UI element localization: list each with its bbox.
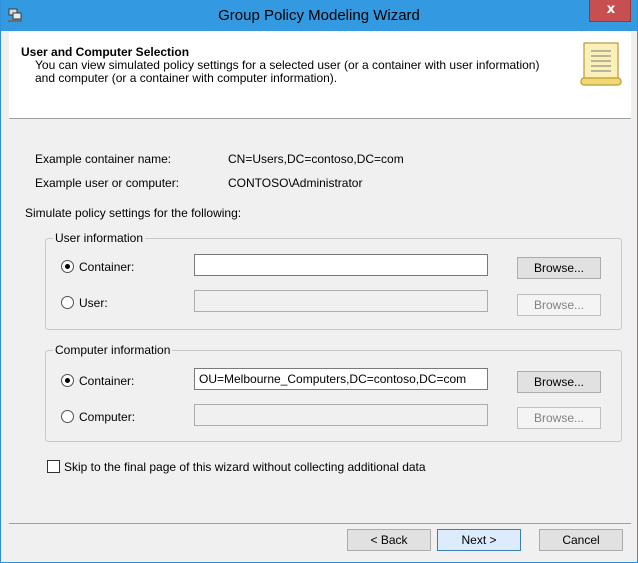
- simulate-label: Simulate policy settings for the followi…: [25, 206, 242, 220]
- cancel-button[interactable]: Cancel: [539, 529, 623, 551]
- example-user-value: CONTOSO\Administrator: [228, 176, 363, 190]
- close-icon: x: [606, 2, 616, 17]
- example-user-label: Example user or computer:: [35, 176, 180, 190]
- computer-radio[interactable]: [61, 410, 74, 423]
- window-title: Group Policy Modeling Wizard: [218, 7, 420, 24]
- user-information-label: User information: [53, 231, 146, 245]
- computer-label[interactable]: Computer:: [79, 410, 135, 424]
- user-container-label[interactable]: Container:: [79, 260, 134, 274]
- computer-container-label[interactable]: Container:: [79, 374, 134, 388]
- wizard-header: User and Computer Selection You can view…: [9, 31, 631, 119]
- close-button[interactable]: x: [589, 0, 631, 22]
- wizard-window: Group Policy Modeling Wizard x User and …: [0, 0, 638, 563]
- computer-container-input[interactable]: OU=Melbourne_Computers,DC=contoso,DC=com: [194, 368, 488, 390]
- computer-container-browse-button[interactable]: Browse...: [517, 371, 601, 393]
- example-container-value: CN=Users,DC=contoso,DC=com: [228, 152, 404, 166]
- scroll-document-icon: [580, 42, 622, 86]
- user-radio[interactable]: [61, 296, 74, 309]
- user-input: [194, 290, 488, 312]
- computer-input: [194, 404, 488, 426]
- page-title: User and Computer Selection: [21, 45, 190, 59]
- computer-container-radio[interactable]: [61, 374, 74, 387]
- example-container-label: Example container name:: [35, 152, 172, 166]
- user-information-group: User information: [45, 231, 622, 330]
- skip-checkbox[interactable]: [47, 460, 60, 473]
- page-description: You can view simulated policy settings f…: [35, 58, 540, 85]
- user-label[interactable]: User:: [79, 296, 108, 310]
- computer-browse-button: Browse...: [517, 407, 601, 429]
- next-button[interactable]: Next >: [437, 529, 521, 551]
- skip-checkbox-label[interactable]: Skip to the final page of this wizard wi…: [64, 460, 426, 474]
- computer-information-label: Computer information: [53, 343, 173, 357]
- user-container-browse-button[interactable]: Browse...: [517, 257, 601, 279]
- title-bar[interactable]: Group Policy Modeling Wizard x: [1, 0, 637, 31]
- wizard-body: Example container name: CN=Users,DC=cont…: [9, 120, 631, 520]
- wizard-footer: < Back Next > Cancel: [9, 523, 631, 562]
- user-browse-button: Browse...: [517, 294, 601, 316]
- user-container-input[interactable]: [194, 254, 488, 276]
- user-container-radio[interactable]: [61, 260, 74, 273]
- back-button[interactable]: < Back: [347, 529, 431, 551]
